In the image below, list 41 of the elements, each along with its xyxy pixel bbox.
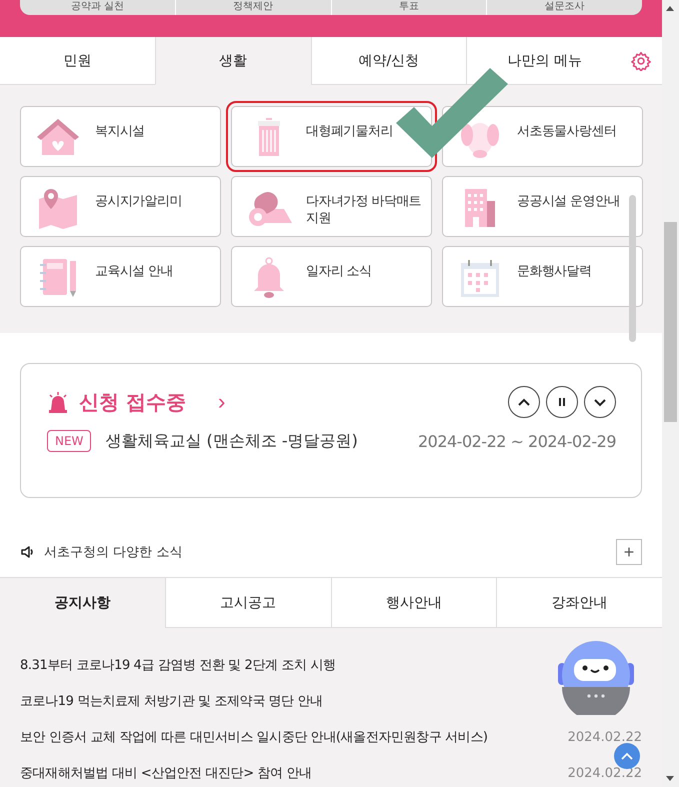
scrollbar-thumb[interactable] — [664, 222, 677, 422]
notice-link[interactable]: 보안 인증서 교체 작업에 따른 대민서비스 일시중단 안내(새올전자민원창구 서비스) — [20, 730, 488, 746]
menu-tab[interactable]: 생활 — [154, 37, 310, 85]
scroll-down-arrow-icon[interactable] — [666, 776, 674, 781]
news-tab[interactable]: 행사안내 — [330, 578, 496, 628]
service-button[interactable]: 일자리 소식 — [231, 246, 432, 307]
previous-button[interactable] — [508, 386, 540, 418]
section-title: 서초구청의 다양한 소식 — [44, 544, 182, 561]
top-menu-item[interactable]: 공약과 실천 — [20, 0, 176, 15]
news-tab[interactable]: 공지사항 — [0, 578, 165, 628]
top-menu-item[interactable]: 정책제안 — [176, 0, 332, 15]
next-button[interactable] — [584, 386, 616, 418]
notice-link[interactable]: 8.31부터 코로나19 4급 감염병 전환 및 2단계 조치 시행 — [20, 658, 336, 674]
top-menu-item[interactable]: 설문조사 — [487, 0, 642, 15]
service-button[interactable]: 다자녀가정 바닥매트지원 — [231, 176, 432, 237]
notice-link[interactable]: 코로나19 먹는치료제 처방기관 및 조제약국 명단 안내 — [20, 694, 323, 710]
service-button[interactable]: 공공시설 운영안내 — [442, 176, 643, 237]
section-title: 신청 접수중 — [79, 388, 186, 416]
scrollbar-thumb[interactable] — [629, 195, 636, 342]
application-item[interactable]: 생활체육교실 (맨손체조 -명달공원) — [105, 430, 358, 452]
more-button[interactable]: + — [616, 539, 642, 565]
service-button[interactable]: 공시지가알리미 — [20, 176, 221, 237]
service-button[interactable]: 교육시설 안내 — [20, 246, 221, 307]
scroll-up-arrow-icon[interactable] — [666, 6, 674, 11]
notice-link[interactable]: 중대재해처벌법 대비 <산업안전 대진단> 참여 안내 — [20, 766, 312, 782]
siren-icon — [47, 391, 69, 413]
menu-tab[interactable]: 예약/신청 — [310, 37, 466, 85]
notice-date: 2024.02.22 — [568, 766, 642, 782]
more-link[interactable]: › — [212, 392, 232, 412]
top-menu-item[interactable]: 투표 — [332, 0, 488, 15]
new-badge: NEW — [47, 430, 92, 452]
date-range: 2024-02-22 ~ 2024-02-29 — [418, 432, 616, 450]
service-button[interactable]: 문화행사달력 — [442, 246, 643, 307]
pause-button[interactable] — [546, 386, 578, 418]
news-tab[interactable]: 고시공고 — [164, 578, 330, 628]
menu-tab[interactable]: 나만의 메뉴 — [466, 37, 662, 85]
news-tab[interactable]: 강좌안내 — [496, 578, 662, 628]
service-button[interactable]: 서초동물사랑센터 — [442, 106, 643, 167]
settings-icon[interactable] — [631, 51, 651, 71]
notice-date: 2024.02.22 — [568, 730, 642, 746]
service-button[interactable]: 복지시설 — [20, 106, 221, 167]
